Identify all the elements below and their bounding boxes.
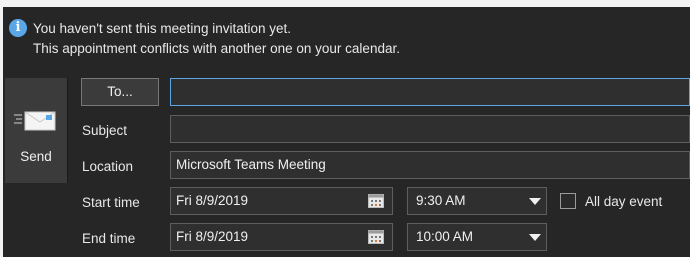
info-bar: i You haven't sent this meeting invitati… xyxy=(3,7,690,63)
chevron-down-icon[interactable] xyxy=(529,234,541,241)
info-message-conflict: This appointment conflicts with another … xyxy=(33,41,400,56)
all-day-checkbox[interactable] xyxy=(560,193,576,209)
end-time-dropdown[interactable]: 10:00 AM xyxy=(407,223,547,251)
subject-field[interactable] xyxy=(170,115,690,143)
start-date-value: Fri 8/9/2019 xyxy=(176,193,249,208)
start-time-dropdown[interactable]: 9:30 AM xyxy=(407,187,547,215)
info-message-not-sent: You haven't sent this meeting invitation… xyxy=(33,21,291,36)
envelope-icon xyxy=(14,111,56,131)
location-field[interactable]: Microsoft Teams Meeting xyxy=(170,151,690,179)
send-label: Send xyxy=(20,149,52,164)
info-icon: i xyxy=(9,19,27,37)
to-field[interactable] xyxy=(170,78,690,106)
calendar-icon[interactable] xyxy=(368,230,384,244)
start-time-value: 9:30 AM xyxy=(416,193,466,208)
calendar-icon[interactable] xyxy=(368,194,384,208)
to-button[interactable]: To... xyxy=(81,78,159,106)
start-time-label: Start time xyxy=(82,195,140,210)
chevron-down-icon[interactable] xyxy=(529,198,541,205)
end-date-value: Fri 8/9/2019 xyxy=(176,229,249,244)
start-date-picker[interactable]: Fri 8/9/2019 xyxy=(170,187,393,215)
end-time-label: End time xyxy=(82,231,136,246)
subject-label: Subject xyxy=(82,123,128,138)
all-day-label: All day event xyxy=(585,194,663,209)
end-date-picker[interactable]: Fri 8/9/2019 xyxy=(170,223,393,251)
compose-panel: i You haven't sent this meeting invitati… xyxy=(3,7,690,257)
send-button[interactable]: Send xyxy=(5,78,68,183)
location-label: Location xyxy=(82,159,134,174)
end-time-value: 10:00 AM xyxy=(416,229,474,244)
